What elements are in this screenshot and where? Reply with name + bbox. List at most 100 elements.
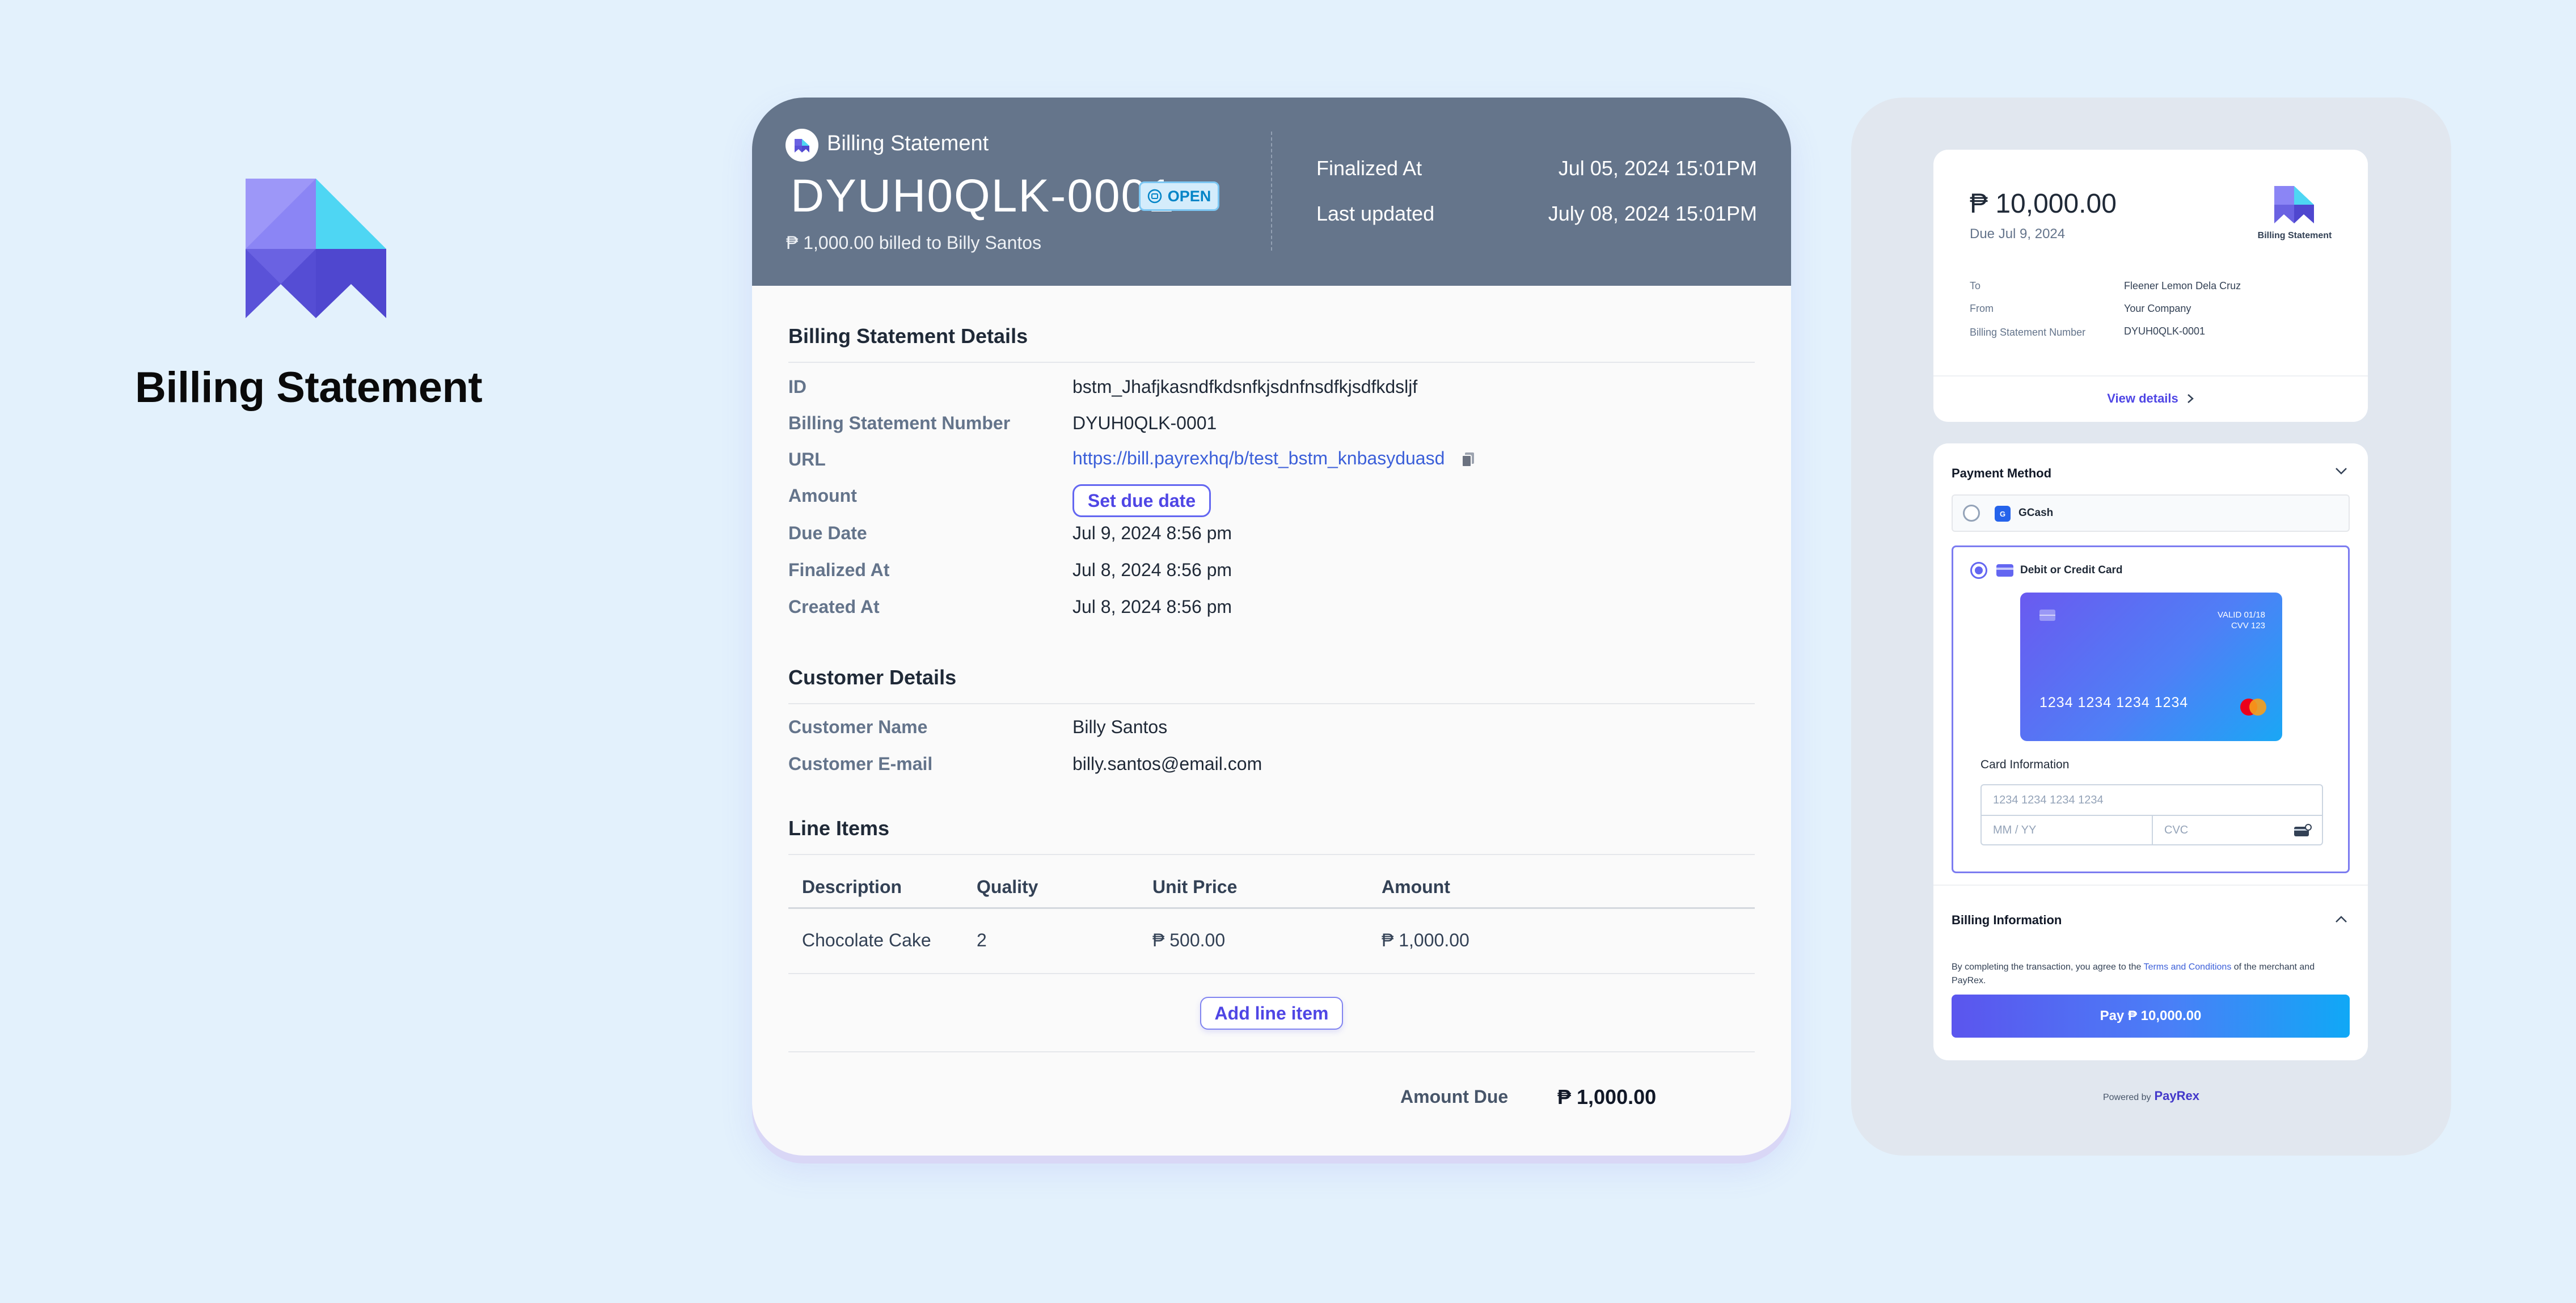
column-header-quality: Quality bbox=[977, 877, 1038, 897]
detail-value-url-row: https://bill.payrexhq/b/test_bstm_knbasy… bbox=[1072, 448, 1476, 469]
credit-card-preview: VALID 01/18 CVV 123 1234 1234 1234 1234 bbox=[2020, 593, 2282, 741]
column-header-amount: Amount bbox=[1382, 877, 1450, 897]
column-header-description: Description bbox=[802, 877, 902, 897]
terms-text: By completing the transaction, you agree… bbox=[1952, 961, 2351, 988]
last-updated-label: Last updated bbox=[1316, 202, 1435, 225]
pay-button[interactable]: Pay ₱ 10,000.00 bbox=[1952, 995, 2350, 1038]
amount-due-value: ₱ 1,000.00 bbox=[1557, 1085, 1657, 1109]
header-subtitle: ₱ 1,000.00 billed to Billy Santos bbox=[786, 232, 1042, 253]
cell-quality: 2 bbox=[977, 930, 987, 950]
detail-value-number: DYUH0QLK-0001 bbox=[1072, 413, 1217, 433]
finalized-label: Finalized At bbox=[1316, 156, 1422, 180]
detail-label-id: ID bbox=[788, 376, 806, 397]
section-divider bbox=[788, 362, 1755, 363]
statement-header: Billing Statement DYUH0QLK-0001 OPEN ₱ 1… bbox=[752, 98, 1791, 286]
statement-id: DYUH0QLK-0001 bbox=[791, 170, 1175, 222]
brand-logo bbox=[246, 179, 386, 318]
billing-statement-card: Billing Statement DYUH0QLK-0001 OPEN ₱ 1… bbox=[752, 98, 1791, 1156]
detail-label-number: Billing Statement Number bbox=[788, 413, 1011, 433]
powered-by-brand: PayRex bbox=[2154, 1089, 2199, 1103]
details-section-title: Billing Statement Details bbox=[788, 324, 1028, 348]
view-details-link[interactable]: View details bbox=[1933, 384, 2368, 413]
detail-value-due-date: Jul 9, 2024 8:56 pm bbox=[1072, 523, 1232, 543]
status-icon bbox=[1147, 189, 1162, 204]
detail-label-finalized: Finalized At bbox=[788, 560, 890, 580]
card-number-input[interactable]: 1234 1234 1234 1234 bbox=[1980, 784, 2323, 816]
summary-from-value: Your Company bbox=[2124, 303, 2191, 314]
copy-icon[interactable] bbox=[1461, 451, 1476, 468]
cvc-input[interactable]: CVC bbox=[2152, 815, 2323, 845]
detail-label-created: Created At bbox=[788, 596, 880, 617]
cvc-card-icon bbox=[2294, 824, 2312, 836]
summary-number-value: DYUH0QLK-0001 bbox=[2124, 325, 2206, 337]
merchant-logo-icon bbox=[786, 129, 818, 162]
status-badge: OPEN bbox=[1139, 181, 1219, 211]
payment-option-card[interactable]: Debit or Credit Card VALID 01/18 CVV 123… bbox=[1952, 545, 2350, 873]
customer-name-value: Billy Santos bbox=[1072, 717, 1168, 737]
customer-section-title: Customer Details bbox=[788, 666, 957, 689]
payment-card: Payment Method G GCash Debit or Credit C… bbox=[1933, 443, 2368, 1060]
payment-method-title: Payment Method bbox=[1952, 466, 2052, 480]
cell-amount: ₱ 1,000.00 bbox=[1382, 930, 1469, 950]
header-label: Billing Statement bbox=[827, 132, 989, 155]
chevron-down-icon[interactable] bbox=[2335, 467, 2347, 475]
chevron-right-icon bbox=[2187, 394, 2194, 403]
powered-by: Powered by PayRex bbox=[1851, 1089, 2451, 1103]
gcash-label: GCash bbox=[2018, 507, 2054, 519]
summary-divider bbox=[1933, 375, 2368, 376]
detail-value-finalized: Jul 8, 2024 8:56 pm bbox=[1072, 560, 1232, 580]
svg-text:G: G bbox=[2000, 510, 2005, 518]
summary-number-label: Billing Statement Number bbox=[1970, 327, 2086, 338]
brand-title: Billing Statement bbox=[135, 363, 483, 412]
expiry-input[interactable]: MM / YY bbox=[1980, 815, 2153, 845]
row-divider bbox=[788, 973, 1755, 974]
mastercard-icon bbox=[2240, 699, 2266, 716]
finalized-value: Jul 05, 2024 15:01PM bbox=[1558, 156, 1757, 180]
detail-value-id: bstm_Jhafjkasndfkdsnfkjsdnfnsdfkjsdfkdsl… bbox=[1072, 376, 1418, 397]
card-number: 1234 1234 1234 1234 bbox=[2039, 695, 2189, 710]
detail-label-url: URL bbox=[788, 449, 826, 469]
view-details-label: View details bbox=[2107, 391, 2178, 405]
add-line-item-button[interactable]: Add line item bbox=[1200, 997, 1343, 1030]
header-divider bbox=[1271, 132, 1272, 251]
summary-logo-text: Billing Statement bbox=[2257, 231, 2332, 240]
section-divider bbox=[788, 703, 1755, 704]
last-updated-value: July 08, 2024 15:01PM bbox=[1548, 202, 1757, 225]
statement-url-link[interactable]: https://bill.payrexhq/b/test_bstm_knbasy… bbox=[1072, 448, 1445, 468]
billing-information-title: Billing Information bbox=[1952, 913, 2062, 927]
chevron-up-icon[interactable] bbox=[2335, 915, 2347, 923]
terms-link[interactable]: Terms and Conditions bbox=[2144, 962, 2232, 972]
card-option-label: Debit or Credit Card bbox=[2020, 564, 2123, 576]
table-header-divider bbox=[788, 907, 1755, 909]
customer-email-label: Customer E-mail bbox=[788, 754, 933, 774]
card-valid-cvv: VALID 01/18 CVV 123 bbox=[2218, 610, 2265, 631]
card-icon bbox=[1996, 564, 2013, 577]
section-divider bbox=[788, 1051, 1755, 1052]
checkout-preview-panel: ₱ 10,000.00 Due Jul 9, 2024 Billing Stat… bbox=[1851, 98, 2451, 1156]
cell-description: Chocolate Cake bbox=[802, 930, 931, 950]
card-radio[interactable] bbox=[1970, 562, 1987, 579]
detail-value-created: Jul 8, 2024 8:56 pm bbox=[1072, 596, 1232, 617]
billing-divider bbox=[1933, 885, 2368, 886]
summary-amount: ₱ 10,000.00 bbox=[1970, 189, 2117, 219]
powered-by-text: Powered by bbox=[2102, 1093, 2151, 1102]
customer-email-value: billy.santos@email.com bbox=[1072, 754, 1262, 774]
card-cvv: CVV 123 bbox=[2231, 621, 2265, 631]
card-valid: VALID 01/18 bbox=[2218, 610, 2265, 620]
column-header-unit-price: Unit Price bbox=[1152, 877, 1238, 897]
summary-to-label: To bbox=[1970, 280, 1981, 291]
payment-option-gcash[interactable]: G GCash bbox=[1952, 494, 2350, 532]
merchant-logo-icon bbox=[2274, 186, 2314, 223]
status-text: OPEN bbox=[1167, 187, 1211, 205]
summary-to-value: Fleener Lemon Dela Cruz bbox=[2124, 280, 2241, 291]
set-due-date-button[interactable]: Set due date bbox=[1072, 484, 1211, 517]
terms-prefix: By completing the transaction, you agree… bbox=[1952, 962, 2144, 972]
detail-label-amount: Amount bbox=[788, 485, 857, 506]
detail-label-due-date: Due Date bbox=[788, 523, 867, 543]
cell-unit-price: ₱ 500.00 bbox=[1152, 930, 1226, 950]
card-chip-icon bbox=[2039, 610, 2055, 621]
summary-card: ₱ 10,000.00 Due Jul 9, 2024 Billing Stat… bbox=[1933, 150, 2368, 422]
cvc-placeholder: CVC bbox=[2164, 823, 2189, 836]
gcash-radio[interactable] bbox=[1963, 505, 1980, 522]
summary-due-date: Due Jul 9, 2024 bbox=[1970, 226, 2066, 242]
